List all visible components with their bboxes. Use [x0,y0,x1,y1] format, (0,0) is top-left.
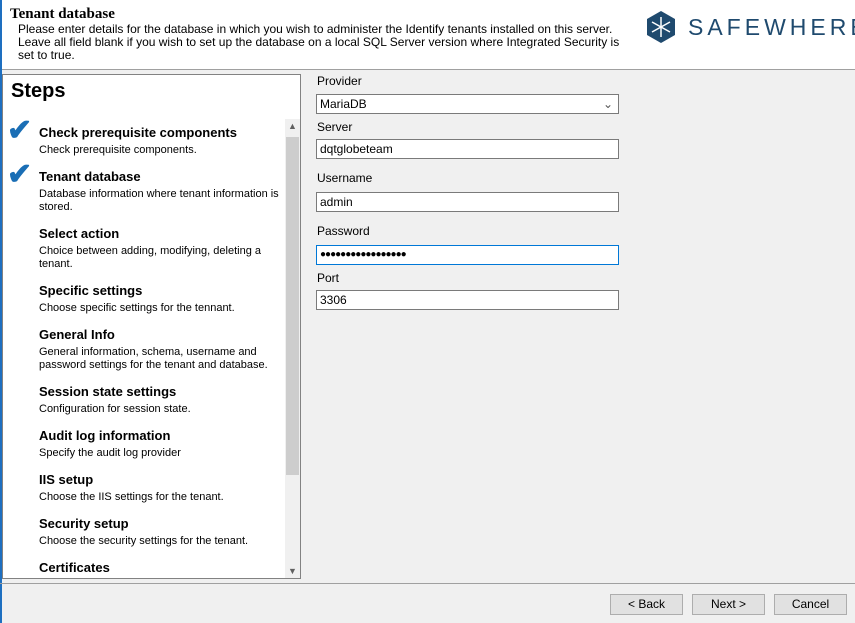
cancel-button[interactable]: Cancel [774,594,847,615]
step-name: Check prerequisite components [39,125,237,140]
port-input[interactable]: 3306 [316,290,619,310]
step-description: Choose the security settings for the ten… [39,535,249,547]
step-item: Audit log information Specify the audit l… [39,428,279,460]
step-item: IIS setup Choose the IIS settings for the… [39,472,279,504]
checkmark-icon: ✔ [7,158,33,191]
step-item: Select action Choice between adding, modi… [39,226,279,271]
password-label: Password [317,224,370,238]
step-name: Session state settings [39,384,177,399]
back-button[interactable]: < Back [610,594,683,615]
port-label: Port [317,271,340,285]
footer-divider [0,583,855,584]
provider-label: Provider [317,74,362,88]
steps-scrollbar[interactable]: ▲ ▼ [285,119,300,578]
step-name: Select action [39,226,120,241]
step-name: IIS setup [39,472,94,487]
step-item: Security setup Choose the security settin… [39,516,279,548]
step-description: General information, schema, username an… [39,346,268,371]
scrollbar-thumb[interactable] [286,137,299,475]
step-name: Certificates [39,560,110,575]
steps-panel: Steps Check prerequisite components Check… [2,74,301,579]
step-name: Audit log information [39,428,171,443]
step-description: Check prerequisite components. [39,144,197,156]
step-description: Specify the audit log provider [39,447,181,459]
logo-text: SAFEWHERE [688,13,855,40]
step-description: Choice between adding, modifying, deleti… [39,245,261,270]
step-name: General Info [39,327,115,342]
step-description: Database information where tenant inform… [39,188,279,213]
snowflake-logo-icon [647,11,675,43]
provider-value: MariaDB [320,97,367,111]
step-description: Choose specific settings for the tennant… [39,302,235,314]
step-name: Specific settings [39,283,143,298]
step-name: Security setup [39,516,129,531]
step-item: General Info General information, schema,… [39,327,279,372]
scroll-up-icon[interactable]: ▲ [285,121,300,131]
next-button[interactable]: Next > [692,594,765,615]
steps-title: Steps [11,80,66,102]
username-input[interactable]: admin [316,192,619,212]
username-label: Username [317,171,373,185]
safewhere-logo: SAFEWHERE [644,10,855,44]
step-item: Specific settings Choose specific setting… [39,283,279,315]
step-item: Certificates [39,560,279,578]
header: Tenant database Please enter details for… [0,0,855,70]
step-description: Choose the IIS settings for the tenant. [39,491,224,503]
page-description: Please enter details for the database in… [18,22,620,62]
provider-select[interactable]: MariaDB ⌄ [316,94,619,114]
step-description: Configuration for session state. [39,403,191,415]
step-item: Check prerequisite components Check prere… [39,125,279,157]
server-input[interactable]: dqtglobeteam [316,139,619,159]
checkmark-icon: ✔ [7,114,33,147]
page-title: Tenant database [10,6,115,22]
scroll-down-icon[interactable]: ▼ [285,566,300,576]
step-name: Tenant database [39,169,141,184]
password-input[interactable]: ●●●●●●●●●●●●●●●●● [316,245,619,265]
server-label: Server [317,120,353,134]
step-item: Tenant database Database information wher… [39,169,279,214]
chevron-down-icon: ⌄ [602,97,613,111]
step-item: Session state settings Configuration for … [39,384,279,416]
